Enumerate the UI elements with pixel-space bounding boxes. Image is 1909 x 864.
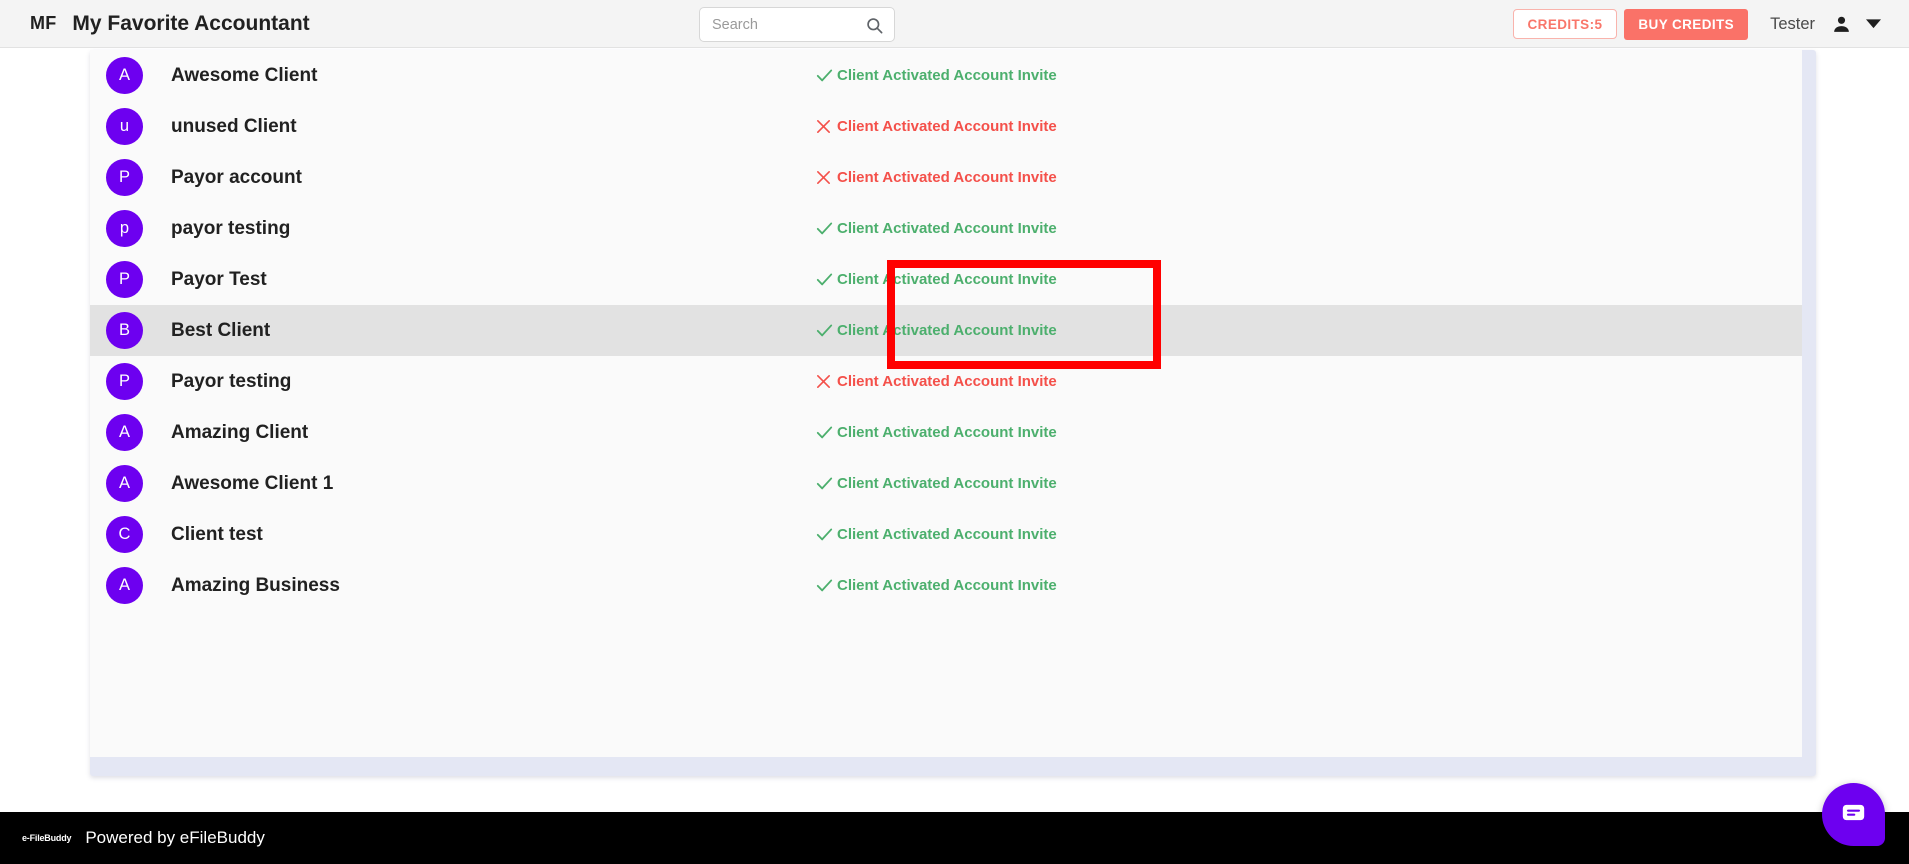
client-row[interactable]: B Best Client Client Activated Account Inv… (90, 305, 1802, 356)
search-input[interactable] (700, 8, 850, 41)
status-label: Client Activated Account Invite (837, 373, 1057, 390)
client-name: Awesome Client (171, 64, 318, 86)
page-title: My Favorite Accountant (72, 11, 310, 35)
status-badge: Client Activated Account Invite (815, 474, 1057, 493)
check-icon (815, 474, 837, 493)
avatar: A (106, 567, 143, 604)
user-name-label: Tester (1770, 14, 1815, 33)
app-header: MF My Favorite Accountant CREDITS:5 BUY … (0, 0, 1909, 48)
status-badge: Client Activated Account Invite (815, 576, 1057, 595)
avatar: P (106, 159, 143, 196)
footer-logo: e-FileBuddy (22, 833, 72, 843)
status-badge: Client Activated Account Invite (815, 169, 1057, 186)
status-label: Client Activated Account Invite (837, 169, 1057, 186)
avatar: p (106, 210, 143, 247)
avatar: A (106, 57, 143, 94)
chevron-down-icon[interactable] (1866, 19, 1881, 29)
status-label: Client Activated Account Invite (837, 577, 1057, 594)
status-label: Client Activated Account Invite (837, 220, 1057, 237)
check-icon (815, 219, 837, 238)
cross-icon (815, 373, 837, 390)
check-icon (815, 66, 837, 85)
avatar: B (106, 312, 143, 349)
client-list: A Awesome Client Client Activated Account … (90, 50, 1802, 611)
page-body: A Awesome Client Client Activated Account … (0, 48, 1909, 864)
cross-icon (815, 118, 837, 135)
status-badge: Client Activated Account Invite (815, 423, 1057, 442)
check-icon (815, 270, 837, 289)
client-name: Best Client (171, 319, 271, 341)
status-badge: Client Activated Account Invite (815, 219, 1057, 238)
client-row[interactable]: P Payor testing Client Activated Account I… (90, 356, 1802, 407)
avatar: A (106, 465, 143, 502)
status-badge: Client Activated Account Invite (815, 66, 1057, 85)
avatar: P (106, 363, 143, 400)
clients-panel: A Awesome Client Client Activated Account … (90, 50, 1816, 776)
client-name: Amazing Business (171, 574, 340, 596)
client-name: Payor testing (171, 370, 292, 392)
check-icon (815, 525, 837, 544)
chat-widget-button[interactable] (1822, 783, 1885, 846)
client-name: Payor account (171, 166, 302, 188)
status-label: Client Activated Account Invite (837, 424, 1057, 441)
status-label: Client Activated Account Invite (837, 475, 1057, 492)
header-actions: CREDITS:5 BUY CREDITS Tester (1512, 0, 1909, 48)
buy-credits-button[interactable]: BUY CREDITS (1624, 8, 1749, 40)
check-icon (815, 321, 837, 340)
avatar: C (106, 516, 143, 553)
clients-card: A Awesome Client Client Activated Account … (90, 50, 1802, 757)
client-row[interactable]: p payor testing Client Activated Account I… (90, 203, 1802, 254)
check-icon (815, 576, 837, 595)
client-row[interactable]: A Awesome Client Client Activated Account … (90, 50, 1802, 101)
client-row[interactable]: P Payor account Client Activated Account I… (90, 152, 1802, 203)
status-badge: Client Activated Account Invite (815, 118, 1057, 135)
client-row[interactable]: C Client test Client Activated Account Inv… (90, 509, 1802, 560)
client-name: Payor Test (171, 268, 267, 290)
status-label: Client Activated Account Invite (837, 118, 1057, 135)
client-row[interactable]: P Payor Test Client Activated Account Invi… (90, 254, 1802, 305)
credits-button[interactable]: CREDITS:5 (1512, 9, 1618, 39)
chat-icon (1840, 799, 1867, 831)
status-label: Client Activated Account Invite (837, 271, 1057, 288)
page-footer: e-FileBuddy Powered by eFileBuddy (0, 812, 1909, 864)
client-row[interactable]: u unused Client Client Activated Account I… (90, 101, 1802, 152)
client-name: Awesome Client 1 (171, 472, 334, 494)
status-badge: Client Activated Account Invite (815, 321, 1057, 340)
client-name: Client test (171, 523, 263, 545)
avatar: A (106, 414, 143, 451)
client-name: unused Client (171, 115, 297, 137)
check-icon (815, 423, 837, 442)
brand-mark: MF (30, 13, 57, 33)
client-name: payor testing (171, 217, 291, 239)
status-label: Client Activated Account Invite (837, 322, 1057, 339)
client-row[interactable]: A Awesome Client 1 Client Activated Accoun… (90, 458, 1802, 509)
status-badge: Client Activated Account Invite (815, 525, 1057, 544)
status-label: Client Activated Account Invite (837, 67, 1057, 84)
search-box[interactable] (699, 7, 895, 42)
client-name: Amazing Client (171, 421, 309, 443)
client-row[interactable]: A Amazing Business Client Activated Accoun… (90, 560, 1802, 611)
status-label: Client Activated Account Invite (837, 526, 1057, 543)
status-badge: Client Activated Account Invite (815, 270, 1057, 289)
user-account-icon[interactable] (1831, 14, 1852, 35)
client-row[interactable]: A Amazing Client Client Activated Account … (90, 407, 1802, 458)
cross-icon (815, 169, 837, 186)
status-badge: Client Activated Account Invite (815, 373, 1057, 390)
avatar: u (106, 108, 143, 145)
avatar: P (106, 261, 143, 298)
search-icon[interactable] (865, 16, 884, 40)
footer-powered-by: Powered by eFileBuddy (85, 828, 265, 847)
